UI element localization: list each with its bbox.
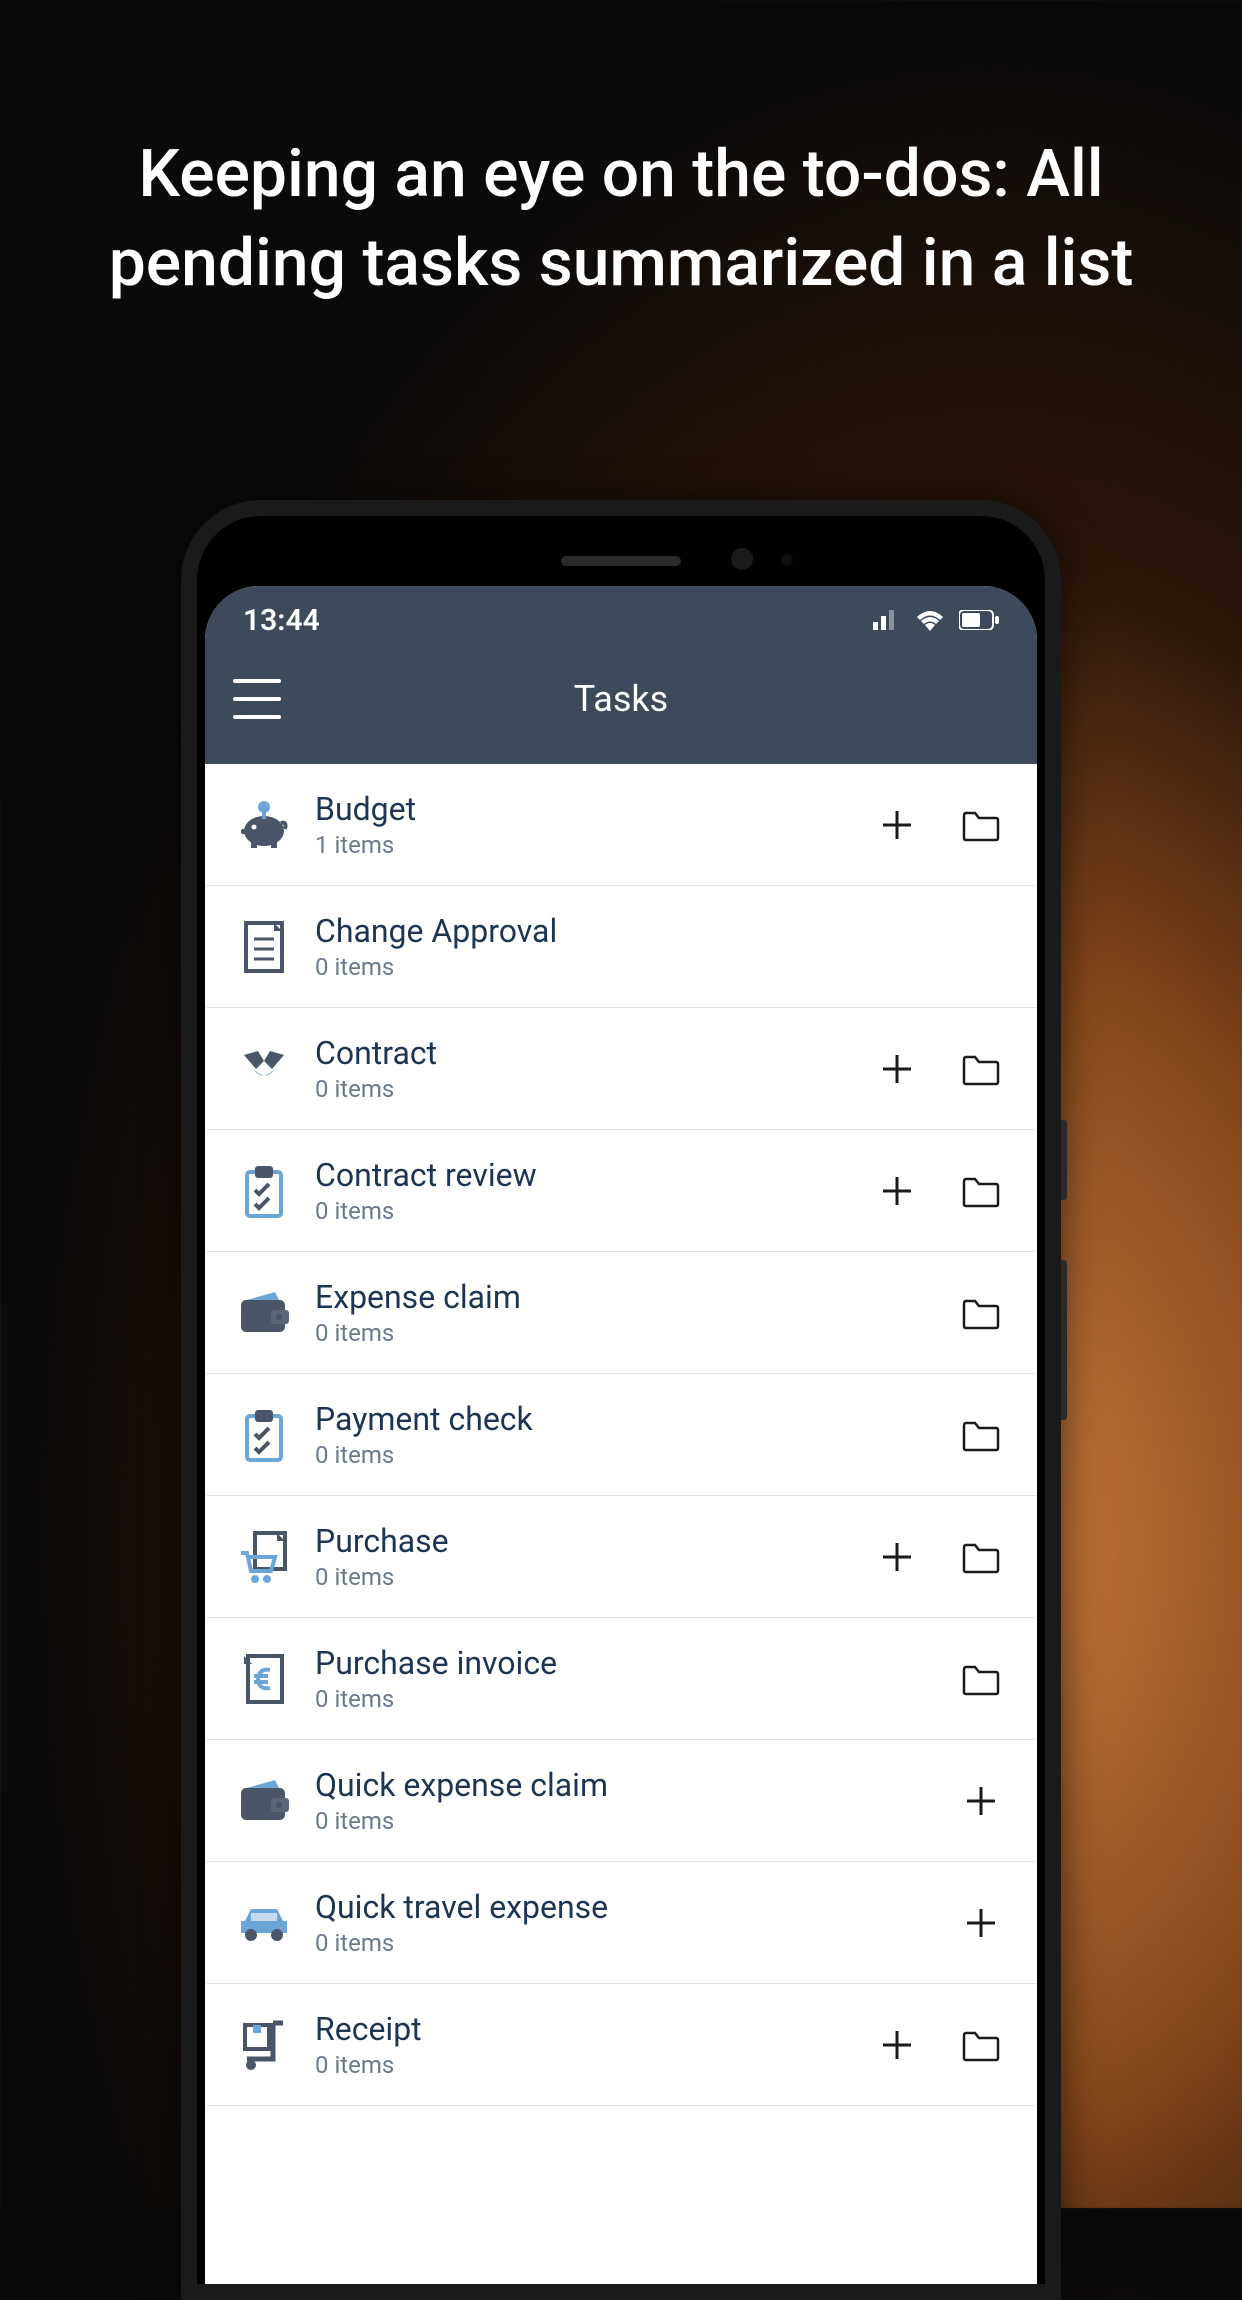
- app-screen: 13:44 Tasks: [205, 586, 1037, 2284]
- task-actions: [959, 1413, 1013, 1457]
- task-count: 0 items: [315, 1441, 959, 1469]
- task-title: Receipt: [315, 2010, 875, 2048]
- task-title: Contract review: [315, 1156, 875, 1194]
- car-icon: [229, 1893, 299, 1953]
- task-text: Contract 0 items: [299, 1034, 875, 1102]
- task-row[interactable]: Purchase 0 items: [205, 1496, 1037, 1618]
- task-actions: [959, 1657, 1013, 1701]
- task-row[interactable]: Budget 1 items: [205, 764, 1037, 886]
- task-count: 0 items: [315, 2051, 875, 2079]
- folder-button[interactable]: [959, 1657, 1003, 1701]
- battery-icon: [959, 610, 999, 630]
- task-actions: [875, 2023, 1013, 2067]
- add-button[interactable]: [959, 1901, 1003, 1945]
- task-count: 0 items: [315, 1563, 875, 1591]
- task-count: 0 items: [315, 1929, 959, 1957]
- task-actions: [875, 1047, 1013, 1091]
- task-row[interactable]: Quick expense claim 0 items: [205, 1740, 1037, 1862]
- task-title: Purchase invoice: [315, 1644, 959, 1682]
- task-row[interactable]: Change Approval 0 items: [205, 886, 1037, 1008]
- marketing-headline: Keeping an eye on the to-dos: All pendin…: [0, 0, 1242, 308]
- task-title: Contract: [315, 1034, 875, 1072]
- phone-frame: 13:44 Tasks: [181, 500, 1061, 2300]
- task-row[interactable]: Receipt 0 items: [205, 1984, 1037, 2106]
- task-text: Contract review 0 items: [299, 1156, 875, 1224]
- folder-button[interactable]: [959, 1291, 1003, 1335]
- wallet-icon: [229, 1771, 299, 1831]
- document-icon: [229, 917, 299, 977]
- task-count: 1 items: [315, 831, 875, 859]
- task-row[interactable]: Contract review 0 items: [205, 1130, 1037, 1252]
- task-title: Payment check: [315, 1400, 959, 1438]
- task-actions: [959, 1901, 1013, 1945]
- phone-side-button: [1061, 1260, 1067, 1420]
- clipboard-icon: [229, 1405, 299, 1465]
- folder-button[interactable]: [959, 2023, 1003, 2067]
- task-row[interactable]: Quick travel expense 0 items: [205, 1862, 1037, 1984]
- add-button[interactable]: [875, 1047, 919, 1091]
- add-button[interactable]: [875, 803, 919, 847]
- task-list: Budget1 itemsChange Approval0 itemsContr…: [205, 764, 1037, 2284]
- task-text: Budget 1 items: [299, 790, 875, 858]
- nav-bar: Tasks: [205, 654, 1037, 764]
- task-title: Change Approval: [315, 912, 1003, 950]
- task-text: Purchase 0 items: [299, 1522, 875, 1590]
- task-title: Purchase: [315, 1522, 875, 1560]
- signal-icon: [873, 610, 901, 630]
- folder-button[interactable]: [959, 1535, 1003, 1579]
- task-text: Change Approval 0 items: [299, 912, 1003, 980]
- add-button[interactable]: [875, 1535, 919, 1579]
- add-button[interactable]: [959, 1779, 1003, 1823]
- task-title: Expense claim: [315, 1278, 959, 1316]
- folder-button[interactable]: [959, 803, 1003, 847]
- phone-side-button: [1061, 1120, 1067, 1200]
- menu-button[interactable]: [233, 679, 281, 719]
- task-title: Quick expense claim: [315, 1766, 959, 1804]
- task-row[interactable]: Contract 0 items: [205, 1008, 1037, 1130]
- task-text: Expense claim 0 items: [299, 1278, 959, 1346]
- dolly-icon: [229, 2015, 299, 2075]
- task-actions: [875, 1169, 1013, 1213]
- cart-icon: [229, 1527, 299, 1587]
- piggy-icon: [229, 795, 299, 855]
- folder-button[interactable]: [959, 1413, 1003, 1457]
- clipboard-icon: [229, 1161, 299, 1221]
- task-row[interactable]: Payment check 0 items: [205, 1374, 1037, 1496]
- wallet-icon: [229, 1283, 299, 1343]
- task-count: 0 items: [315, 1807, 959, 1835]
- status-bar: 13:44: [205, 586, 1037, 654]
- add-button[interactable]: [875, 1169, 919, 1213]
- task-count: 0 items: [315, 953, 1003, 981]
- folder-button[interactable]: [959, 1047, 1003, 1091]
- task-text: Purchase invoice 0 items: [299, 1644, 959, 1712]
- wifi-icon: [915, 609, 945, 631]
- task-count: 0 items: [315, 1319, 959, 1347]
- task-actions: [959, 1291, 1013, 1335]
- status-time: 13:44: [243, 603, 320, 638]
- task-text: Quick expense claim 0 items: [299, 1766, 959, 1834]
- page-title: Tasks: [574, 678, 668, 720]
- euro-icon: [229, 1649, 299, 1709]
- task-count: 0 items: [315, 1075, 875, 1103]
- task-count: 0 items: [315, 1685, 959, 1713]
- phone-camera: [731, 548, 753, 570]
- phone-speaker: [561, 556, 681, 566]
- task-text: Quick travel expense 0 items: [299, 1888, 959, 1956]
- task-text: Payment check 0 items: [299, 1400, 959, 1468]
- task-actions: [959, 1779, 1013, 1823]
- task-title: Budget: [315, 790, 875, 828]
- task-actions: [875, 803, 1013, 847]
- task-count: 0 items: [315, 1197, 875, 1225]
- phone-sensor: [781, 554, 793, 566]
- handshake-icon: [229, 1039, 299, 1099]
- task-title: Quick travel expense: [315, 1888, 959, 1926]
- add-button[interactable]: [875, 2023, 919, 2067]
- folder-button[interactable]: [959, 1169, 1003, 1213]
- task-row[interactable]: Expense claim 0 items: [205, 1252, 1037, 1374]
- task-row[interactable]: Purchase invoice 0 items: [205, 1618, 1037, 1740]
- task-actions: [875, 1535, 1013, 1579]
- task-text: Receipt 0 items: [299, 2010, 875, 2078]
